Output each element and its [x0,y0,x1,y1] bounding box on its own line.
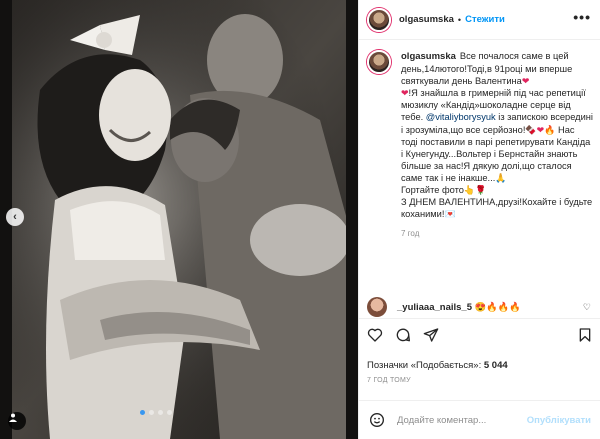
caption-time: 7 год [401,229,420,239]
post-time-ago: 7 ГОД ТОМУ [367,377,411,384]
likes-count[interactable]: Позначки «Подобається»: 5 044 [367,360,508,371]
post-header: olgasumska • Стежити ••• [359,0,600,40]
likes-label: Позначки «Подобається»: [367,360,484,371]
caption-text: Гортайте фото [401,185,464,196]
photo-image [0,0,358,439]
publish-button[interactable]: Опублікувати [527,415,591,426]
share-icon[interactable] [423,327,439,343]
heart-icon[interactable] [367,327,383,343]
carousel-dot [140,410,145,415]
comment-username[interactable]: _yuliaaa_nails_5 [397,302,472,313]
avatar[interactable] [367,297,387,317]
avatar[interactable] [367,7,391,32]
like-comment-heart-icon[interactable]: ♡ [583,302,591,313]
caption: olgasumska Все почалося саме в цей день,1… [367,50,593,240]
more-options-icon[interactable]: ••• [573,10,591,24]
rose-emoji-icon: 🌹 [475,185,487,196]
fire-emoji-icon: 🔥 [544,124,556,135]
follow-button[interactable]: Стежити [465,14,505,25]
heart-emoji-icon: ❤ [521,76,530,87]
previous-arrow-icon[interactable]: ‹ [6,208,24,226]
caption-text: З ДНЕМ ВАЛЕНТИНА,друзі!Кохайте і будьте … [401,197,593,220]
carousel-dot [149,410,154,415]
add-comment-bar: Опублікувати [359,400,600,439]
likes-number: 5 044 [483,360,508,371]
comment-text: _yuliaaa_nails_5 😍🔥🔥🔥 [397,302,521,313]
mention-link[interactable]: @vitaliyborysyuk [426,112,496,122]
header-username[interactable]: olgasumska [399,14,454,25]
caption-body: olgasumska Все почалося саме в цей день,1… [401,50,593,240]
comment-input[interactable] [395,413,539,427]
comment-icon[interactable] [395,327,411,343]
point-emoji-icon: 👆 [463,185,476,196]
carousel-dot [167,410,172,415]
pray-emoji-icon: 🙏 [495,172,507,183]
action-bar [359,318,600,352]
post-photo[interactable]: ‹ [0,0,358,439]
emoji-icon[interactable] [369,412,385,428]
avatar[interactable] [367,50,391,74]
chocolate-emoji-icon: 🍫 [525,124,537,135]
comment-emojis: 😍🔥🔥🔥 [474,301,521,312]
carousel-indicator [140,410,172,415]
caption-username[interactable]: olgasumska [401,51,456,62]
carousel-dot [158,410,163,415]
separator: • [457,14,462,25]
tag-icon[interactable] [8,412,26,430]
heart-emoji-icon: ❤ [536,124,545,135]
post-side-panel: olgasumska • Стежити ••• olgasumska Все п… [358,0,600,439]
heart-emoji-icon: ❤ [401,88,409,99]
bookmark-icon[interactable] [577,327,593,343]
heart-emoji-icon: 💌 [444,209,456,220]
comment-row: _yuliaaa_nails_5 😍🔥🔥🔥 ♡ [367,297,593,317]
